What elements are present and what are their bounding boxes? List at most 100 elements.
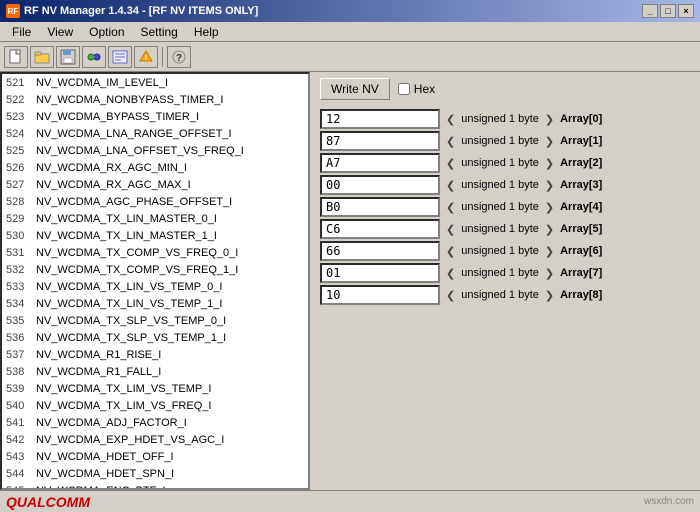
read-nv-btn[interactable] (108, 46, 132, 68)
nv-item-name: NV_WCDMA_RX_AGC_MAX_I (36, 179, 191, 191)
open-btn[interactable] (30, 46, 54, 68)
nv-list-item[interactable]: 521NV_WCDMA_IM_LEVEL_I (2, 74, 308, 91)
array-input-1[interactable] (320, 131, 440, 151)
array-index-4: Array[4] (560, 201, 602, 213)
nv-list-item[interactable]: 528NV_WCDMA_AGC_PHASE_OFFSET_I (2, 193, 308, 210)
angle-left-6: ❮ (446, 245, 455, 258)
angle-right-3: ❯ (545, 179, 554, 192)
menu-option[interactable]: Option (81, 23, 132, 41)
nv-list-item[interactable]: 530NV_WCDMA_TX_LIN_MASTER_1_I (2, 227, 308, 244)
angle-right-2: ❯ (545, 157, 554, 170)
nv-list-panel[interactable]: 521NV_WCDMA_IM_LEVEL_I522NV_WCDMA_NONBYP… (0, 72, 310, 490)
nv-list-item[interactable]: 534NV_WCDMA_TX_LIN_VS_TEMP_1_I (2, 295, 308, 312)
nv-item-num: 535 (6, 315, 36, 327)
status-bar: QUALCOMM wsxdn.com (0, 490, 700, 512)
nv-item-num: 534 (6, 298, 36, 310)
angle-right-4: ❯ (545, 201, 554, 214)
array-index-1: Array[1] (560, 135, 602, 147)
nv-list-item[interactable]: 536NV_WCDMA_TX_SLP_VS_TEMP_1_I (2, 329, 308, 346)
maximize-btn[interactable]: □ (660, 4, 676, 18)
angle-right-0: ❯ (545, 113, 554, 126)
erase-btn[interactable]: ! (134, 46, 158, 68)
nv-item-num: 538 (6, 366, 36, 378)
write-nv-bar: Write NV Hex (320, 78, 690, 100)
connect-btn[interactable] (82, 46, 106, 68)
array-input-5[interactable] (320, 219, 440, 239)
array-row: ❮ unsigned 1 byte ❯ Array[8] (320, 284, 690, 306)
array-row: ❮ unsigned 1 byte ❯ Array[7] (320, 262, 690, 284)
close-btn[interactable]: × (678, 4, 694, 18)
array-input-0[interactable] (320, 109, 440, 129)
nv-list-item[interactable]: 544NV_WCDMA_HDET_SPN_I (2, 465, 308, 482)
nv-item-num: 528 (6, 196, 36, 208)
nv-item-name: NV_WCDMA_LNA_OFFSET_VS_FREQ_I (36, 145, 244, 157)
nv-list-item[interactable]: 525NV_WCDMA_LNA_OFFSET_VS_FREQ_I (2, 142, 308, 159)
nv-list-item[interactable]: 526NV_WCDMA_RX_AGC_MIN_I (2, 159, 308, 176)
nv-item-name: NV_WCDMA_TX_LIN_MASTER_0_I (36, 213, 217, 225)
nv-item-num: 542 (6, 434, 36, 446)
title-bar: RF RF NV Manager 1.4.34 - [RF NV ITEMS O… (0, 0, 700, 22)
watermark-text: wsxdn.com (644, 496, 694, 507)
nv-list-item[interactable]: 543NV_WCDMA_HDET_OFF_I (2, 448, 308, 465)
array-row: ❮ unsigned 1 byte ❯ Array[4] (320, 196, 690, 218)
minimize-btn[interactable]: _ (642, 4, 658, 18)
nv-item-name: NV_WCDMA_BYPASS_TIMER_I (36, 111, 199, 123)
nv-item-name: NV_WCDMA_TX_COMP_VS_FREQ_0_I (36, 247, 238, 259)
hex-checkbox[interactable] (398, 83, 410, 95)
nv-item-num: 540 (6, 400, 36, 412)
array-type-4: unsigned 1 byte (461, 201, 539, 213)
nv-list-item[interactable]: 537NV_WCDMA_R1_RISE_I (2, 346, 308, 363)
nv-list-item[interactable]: 522NV_WCDMA_NONBYPASS_TIMER_I (2, 91, 308, 108)
nv-list-item[interactable]: 532NV_WCDMA_TX_COMP_VS_FREQ_1_I (2, 261, 308, 278)
nv-list-item[interactable]: 538NV_WCDMA_R1_FALL_I (2, 363, 308, 380)
nv-list-item[interactable]: 545NV_WCDMA_ENC_BTF_I (2, 482, 308, 490)
array-input-8[interactable] (320, 285, 440, 305)
nv-item-num: 537 (6, 349, 36, 361)
nv-list-item[interactable]: 540NV_WCDMA_TX_LIM_VS_FREQ_I (2, 397, 308, 414)
nv-item-name: NV_WCDMA_LNA_RANGE_OFFSET_I (36, 128, 232, 140)
qualcomm-text: QUALCOMM (6, 494, 90, 510)
nv-list-item[interactable]: 535NV_WCDMA_TX_SLP_VS_TEMP_0_I (2, 312, 308, 329)
nv-list-item[interactable]: 533NV_WCDMA_TX_LIN_VS_TEMP_0_I (2, 278, 308, 295)
nv-item-name: NV_WCDMA_IM_LEVEL_I (36, 77, 168, 89)
nv-item-name: NV_WCDMA_EXP_HDET_VS_AGC_I (36, 434, 224, 446)
toolbar: ! ? (0, 42, 700, 72)
title-bar-controls[interactable]: _ □ × (642, 4, 694, 18)
menu-bar: File View Option Setting Help (0, 22, 700, 42)
menu-help[interactable]: Help (186, 23, 227, 41)
app-icon: RF (6, 4, 20, 18)
nv-item-num: 529 (6, 213, 36, 225)
nv-item-num: 532 (6, 264, 36, 276)
angle-left-2: ❮ (446, 157, 455, 170)
nv-list-item[interactable]: 542NV_WCDMA_EXP_HDET_VS_AGC_I (2, 431, 308, 448)
nv-item-name: NV_WCDMA_TX_COMP_VS_FREQ_1_I (36, 264, 238, 276)
nv-item-name: NV_WCDMA_ENC_BTF_I (36, 485, 166, 491)
right-panel: Write NV Hex ❮ unsigned 1 byte ❯ Array[0… (310, 72, 700, 490)
nv-list-item[interactable]: 524NV_WCDMA_LNA_RANGE_OFFSET_I (2, 125, 308, 142)
write-nv-button[interactable]: Write NV (320, 78, 390, 100)
nv-list-item[interactable]: 529NV_WCDMA_TX_LIN_MASTER_0_I (2, 210, 308, 227)
nv-item-name: NV_WCDMA_TX_LIM_VS_TEMP_I (36, 383, 211, 395)
angle-left-7: ❮ (446, 267, 455, 280)
nv-list-item[interactable]: 539NV_WCDMA_TX_LIM_VS_TEMP_I (2, 380, 308, 397)
nv-item-num: 536 (6, 332, 36, 344)
save-btn[interactable] (56, 46, 80, 68)
array-input-4[interactable] (320, 197, 440, 217)
nv-item-num: 541 (6, 417, 36, 429)
array-input-2[interactable] (320, 153, 440, 173)
help-btn[interactable]: ? (167, 46, 191, 68)
nv-list-item[interactable]: 531NV_WCDMA_TX_COMP_VS_FREQ_0_I (2, 244, 308, 261)
menu-setting[interactable]: Setting (133, 23, 186, 41)
nv-list-item[interactable]: 523NV_WCDMA_BYPASS_TIMER_I (2, 108, 308, 125)
qualcomm-logo: QUALCOMM (6, 494, 90, 510)
nv-list-item[interactable]: 527NV_WCDMA_RX_AGC_MAX_I (2, 176, 308, 193)
nv-list-item[interactable]: 541NV_WCDMA_ADJ_FACTOR_I (2, 414, 308, 431)
nv-item-num: 539 (6, 383, 36, 395)
menu-file[interactable]: File (4, 23, 39, 41)
array-input-6[interactable] (320, 241, 440, 261)
toolbar-sep (162, 47, 163, 67)
menu-view[interactable]: View (39, 23, 81, 41)
array-input-3[interactable] (320, 175, 440, 195)
new-btn[interactable] (4, 46, 28, 68)
array-input-7[interactable] (320, 263, 440, 283)
